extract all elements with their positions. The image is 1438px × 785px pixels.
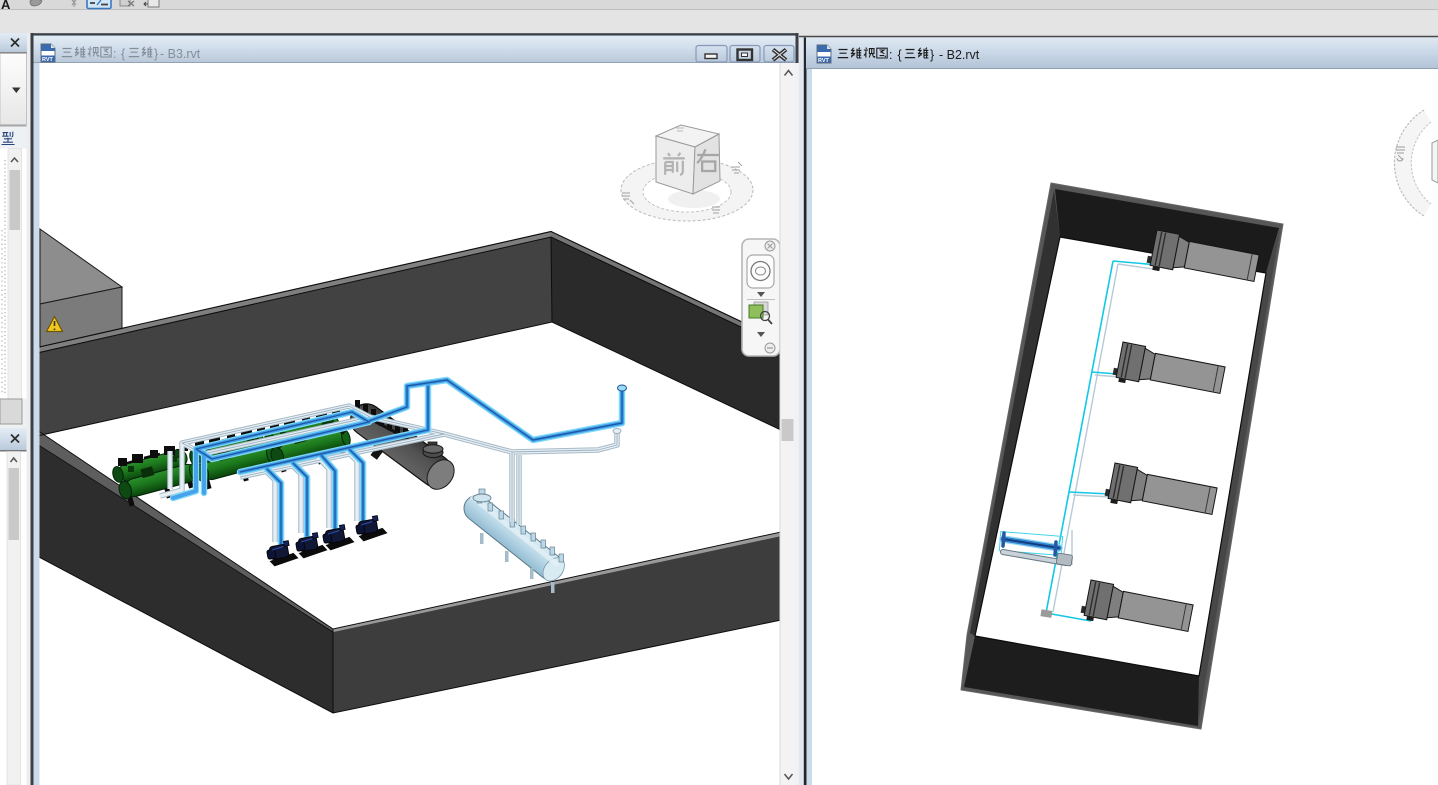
svg-text:}: }	[154, 47, 158, 61]
svg-text:}: }	[930, 48, 934, 62]
svg-text:{: {	[898, 48, 902, 62]
svg-text:RVT: RVT	[818, 58, 830, 64]
svg-text::: :	[889, 48, 892, 62]
svg-text:A: A	[1, 0, 11, 12]
svg-text:RVT: RVT	[42, 57, 54, 63]
svg-text:- B2.rvt: - B2.rvt	[939, 48, 980, 62]
svg-text:- B3.rvt: - B3.rvt	[160, 47, 201, 61]
svg-text::: :	[113, 47, 116, 61]
svg-text:{: {	[121, 47, 125, 61]
